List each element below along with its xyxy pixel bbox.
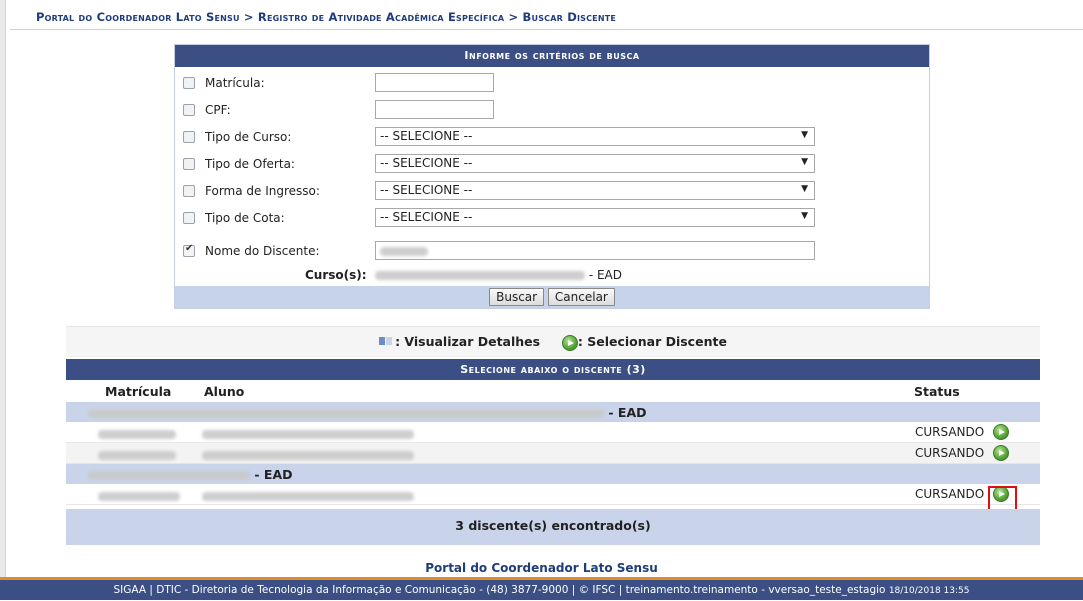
breadcrumb-portal[interactable]: Portal do Coordenador Lato Sensu: [36, 10, 240, 24]
select-student-icon[interactable]: [993, 445, 1009, 461]
row-status: CURSANDO: [915, 446, 985, 460]
cursos-row: Curso(s): - EAD: [175, 267, 929, 285]
forma-ingresso-select[interactable]: -- SELECIONE -- ▼: [375, 181, 815, 200]
course-group-suffix: - EAD: [254, 467, 293, 482]
left-border: [0, 0, 6, 600]
tipo-cota-select[interactable]: -- SELECIONE -- ▼: [375, 208, 815, 227]
details-icon: [379, 336, 393, 347]
redacted-text: [98, 451, 176, 460]
tipo-curso-value: -- SELECIONE --: [380, 129, 473, 143]
row-aluno: [202, 489, 414, 503]
row-aluno: [202, 427, 414, 441]
legend-select-label: : Selecionar Discente: [577, 334, 727, 349]
redacted-text: [202, 492, 414, 501]
nome-discente-input[interactable]: [375, 241, 815, 260]
footer: SIGAA | DTIC - Diretoria de Tecnologia d…: [0, 577, 1083, 600]
matricula-row: Matrícula:: [175, 73, 929, 95]
matricula-input[interactable]: [375, 73, 494, 92]
dropdown-arrow-icon: ▼: [801, 184, 808, 194]
row-matricula: [98, 448, 176, 462]
row-matricula: [98, 489, 180, 503]
tipo-oferta-select[interactable]: -- SELECIONE -- ▼: [375, 154, 815, 173]
cursos-value: - EAD: [375, 268, 622, 282]
course-group-row: - EAD: [66, 402, 1040, 422]
redacted-text: [98, 492, 180, 501]
search-form: Informe os critérios de busca Matrícula:…: [174, 44, 930, 309]
results-table: Selecione abaixo o discente (3) Matrícul…: [66, 359, 1040, 545]
legend: : Visualizar Detalhes : Selecionar Disce…: [66, 326, 1040, 357]
dropdown-arrow-icon: ▼: [801, 157, 808, 167]
tipo-curso-label: Tipo de Curso:: [205, 130, 292, 144]
nome-discente-label: Nome do Discente:: [205, 244, 320, 258]
matricula-checkbox[interactable]: [183, 77, 195, 89]
table-row: CURSANDO: [66, 443, 1040, 464]
forma-ingresso-label: Forma de Ingresso:: [205, 184, 320, 198]
forma-ingresso-row: Forma de Ingresso: -- SELECIONE -- ▼: [175, 181, 929, 203]
breadcrumb-registro[interactable]: Registro de Atividade Acadêmica Específi…: [258, 10, 504, 24]
redacted-text: [202, 430, 414, 439]
tipo-curso-select[interactable]: -- SELECIONE -- ▼: [375, 127, 815, 146]
buscar-button[interactable]: Buscar: [489, 288, 545, 306]
footer-timestamp: 18/10/2018 13:55: [888, 586, 970, 596]
nome-discente-checkbox[interactable]: [183, 243, 195, 257]
dropdown-arrow-icon: ▼: [801, 211, 808, 221]
table-row: CURSANDO: [66, 422, 1040, 443]
dropdown-arrow-icon: ▼: [801, 130, 808, 140]
cpf-checkbox[interactable]: [183, 104, 195, 116]
course-group-row: - EAD: [66, 464, 1040, 484]
table-row: CURSANDO: [66, 484, 1040, 505]
cursos-label: Curso(s):: [305, 268, 367, 282]
search-form-title: Informe os critérios de busca: [175, 45, 929, 67]
results-header: Matrícula Aluno Status: [66, 380, 1040, 402]
cancelar-button[interactable]: Cancelar: [547, 288, 615, 306]
cursos-suffix: - EAD: [588, 268, 623, 282]
forma-ingresso-checkbox[interactable]: [183, 185, 195, 197]
course-group-label: - EAD: [88, 467, 293, 482]
breadcrumb-sep: >: [239, 10, 258, 24]
tipo-oferta-value: -- SELECIONE --: [380, 156, 473, 170]
legend-details-label: : Visualizar Detalhes: [395, 334, 541, 349]
tipo-oferta-row: Tipo de Oferta: -- SELECIONE -- ▼: [175, 154, 929, 176]
tipo-curso-checkbox[interactable]: [183, 131, 195, 143]
row-status: CURSANDO: [915, 487, 985, 501]
cpf-input[interactable]: [375, 100, 494, 119]
course-group-suffix: - EAD: [608, 405, 647, 420]
search-form-footer: Buscar Cancelar: [175, 286, 929, 308]
col-matricula: Matrícula: [105, 384, 172, 399]
cpf-label: CPF:: [205, 103, 231, 117]
redacted-text: [375, 271, 585, 280]
redacted-text: [88, 409, 604, 418]
portal-link[interactable]: Portal do Coordenador Lato Sensu: [0, 561, 1083, 575]
highlight-box: [988, 486, 1017, 511]
tipo-curso-row: Tipo de Curso: -- SELECIONE -- ▼: [175, 127, 929, 149]
select-arrow-icon: [561, 334, 578, 351]
tipo-oferta-checkbox[interactable]: [183, 158, 195, 170]
row-status: CURSANDO: [915, 425, 985, 439]
col-aluno: Aluno: [204, 384, 245, 399]
row-matricula: [98, 427, 176, 441]
footer-text: SIGAA | DTIC - Diretoria de Tecnologia d…: [113, 584, 886, 596]
redacted-text: [380, 247, 428, 256]
results-title: Selecione abaixo o discente (3): [66, 359, 1040, 380]
breadcrumb-sep: >: [504, 10, 523, 24]
course-group-label: - EAD: [88, 405, 647, 420]
cpf-row: CPF:: [175, 100, 929, 122]
nome-discente-row: Nome do Discente:: [175, 241, 929, 263]
tipo-cota-row: Tipo de Cota: -- SELECIONE -- ▼: [175, 208, 929, 230]
col-status: Status: [914, 384, 960, 399]
results-count: 3 discente(s) encontrado(s): [66, 509, 1040, 545]
breadcrumb-buscar: Buscar Discente: [522, 10, 617, 24]
matricula-label: Matrícula:: [205, 76, 265, 90]
redacted-text: [202, 451, 414, 460]
tipo-cota-checkbox[interactable]: [183, 212, 195, 224]
tipo-cota-value: -- SELECIONE --: [380, 210, 473, 224]
select-student-icon[interactable]: [993, 424, 1009, 440]
forma-ingresso-value: -- SELECIONE --: [380, 183, 473, 197]
redacted-text: [88, 471, 250, 480]
redacted-text: [98, 430, 176, 439]
breadcrumb: Portal do Coordenador Lato Sensu > Regis…: [10, 4, 1083, 30]
row-aluno: [202, 448, 414, 462]
tipo-cota-label: Tipo de Cota:: [205, 211, 285, 225]
tipo-oferta-label: Tipo de Oferta:: [205, 157, 295, 171]
